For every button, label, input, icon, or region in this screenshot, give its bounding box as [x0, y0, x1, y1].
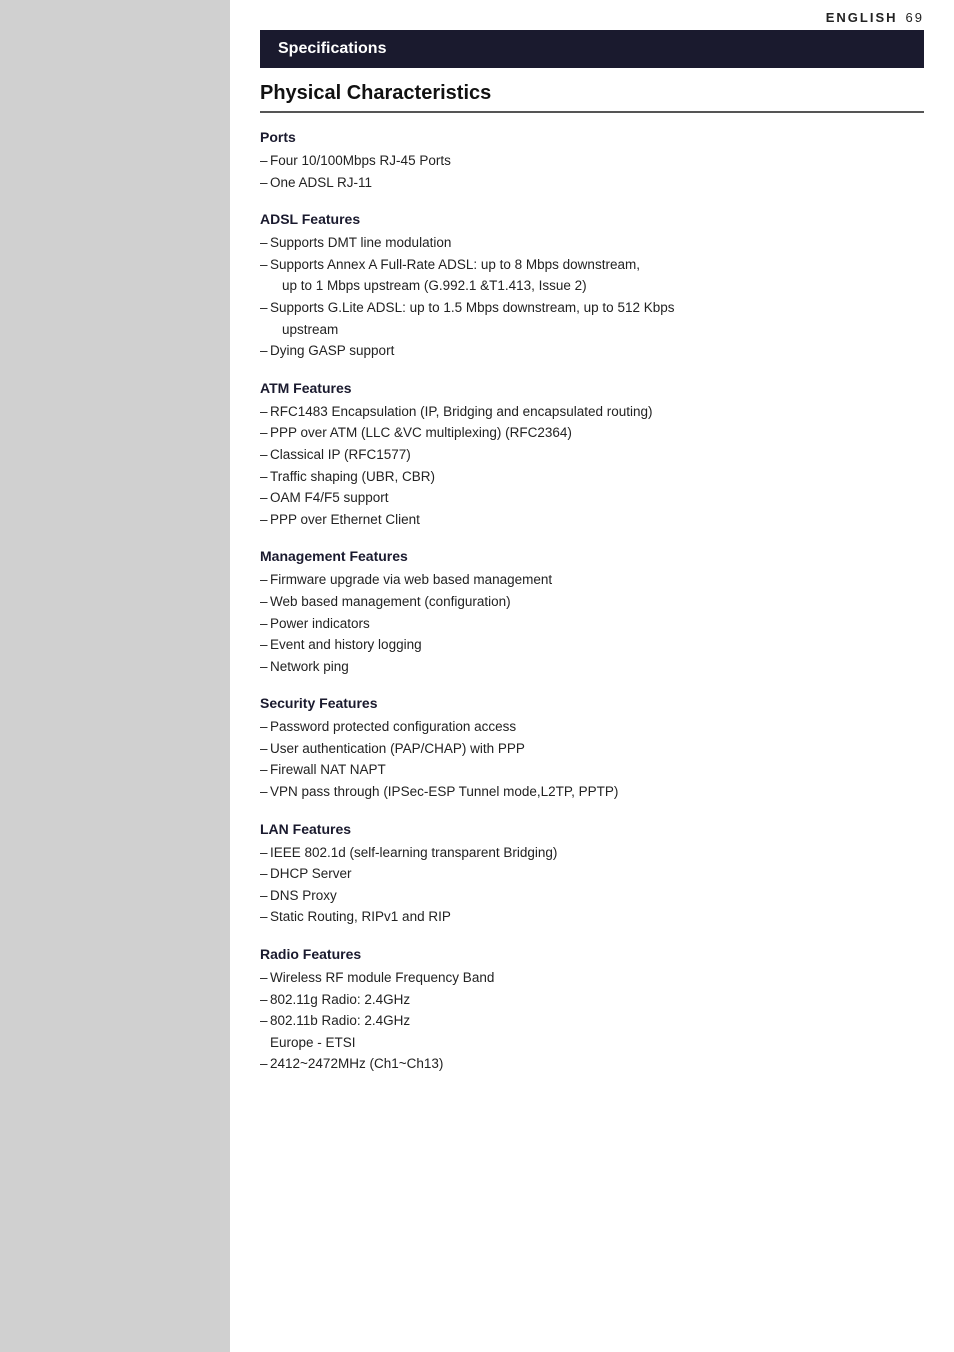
- atm-section: ATM Features RFC1483 Encapsulation (IP, …: [260, 380, 924, 531]
- lan-title: LAN Features: [260, 821, 924, 837]
- list-item: DNS Proxy: [260, 885, 924, 907]
- list-item: Traffic shaping (UBR, CBR): [260, 466, 924, 488]
- section-title: Physical Characteristics: [260, 82, 924, 113]
- list-item: One ADSL RJ-11: [260, 172, 924, 194]
- page-number: 69: [906, 10, 924, 25]
- page-header: ENGLISH 69: [260, 0, 924, 30]
- list-item: User authentication (PAP/CHAP) with PPP: [260, 738, 924, 760]
- list-item: Static Routing, RIPv1 and RIP: [260, 906, 924, 928]
- list-item: PPP over ATM (LLC &VC multiplexing) (RFC…: [260, 422, 924, 444]
- list-item: Europe - ETSI: [260, 1032, 924, 1054]
- management-section: Management Features Firmware upgrade via…: [260, 548, 924, 677]
- list-item: Password protected configuration access: [260, 716, 924, 738]
- list-item: 802.11g Radio: 2.4GHz: [260, 989, 924, 1011]
- lan-list: IEEE 802.1d (self-learning transparent B…: [260, 842, 924, 928]
- security-title: Security Features: [260, 695, 924, 711]
- main-content: ENGLISH 69 Specifications Physical Chara…: [230, 0, 954, 1352]
- list-item: Network ping: [260, 656, 924, 678]
- list-item: 802.11b Radio: 2.4GHz: [260, 1010, 924, 1032]
- list-item: RFC1483 Encapsulation (IP, Bridging and …: [260, 401, 924, 423]
- lan-section: LAN Features IEEE 802.1d (self-learning …: [260, 821, 924, 928]
- list-item: Dying GASP support: [260, 340, 924, 362]
- radio-title: Radio Features: [260, 946, 924, 962]
- list-item: upstream: [260, 319, 924, 341]
- list-item: OAM F4/F5 support: [260, 487, 924, 509]
- management-list: Firmware upgrade via web based managemen…: [260, 569, 924, 677]
- ports-title: Ports: [260, 129, 924, 145]
- radio-section: Radio Features Wireless RF module Freque…: [260, 946, 924, 1075]
- spec-header-bar: Specifications: [260, 30, 924, 68]
- list-item: Event and history logging: [260, 634, 924, 656]
- list-item: Classical IP (RFC1577): [260, 444, 924, 466]
- list-item: Supports G.Lite ADSL: up to 1.5 Mbps dow…: [260, 297, 924, 319]
- list-item: VPN pass through (IPSec-ESP Tunnel mode,…: [260, 781, 924, 803]
- security-list: Password protected configuration access …: [260, 716, 924, 802]
- atm-list: RFC1483 Encapsulation (IP, Bridging and …: [260, 401, 924, 531]
- list-item: IEEE 802.1d (self-learning transparent B…: [260, 842, 924, 864]
- adsl-list: Supports DMT line modulation Supports An…: [260, 232, 924, 362]
- list-item: up to 1 Mbps upstream (G.992.1 &T1.413, …: [260, 275, 924, 297]
- list-item: Wireless RF module Frequency Band: [260, 967, 924, 989]
- list-item: Power indicators: [260, 613, 924, 635]
- ports-list: Four 10/100Mbps RJ-45 Ports One ADSL RJ-…: [260, 150, 924, 193]
- left-sidebar: [0, 0, 230, 1352]
- list-item: Web based management (configuration): [260, 591, 924, 613]
- atm-title: ATM Features: [260, 380, 924, 396]
- list-item: DHCP Server: [260, 863, 924, 885]
- radio-list: Wireless RF module Frequency Band 802.11…: [260, 967, 924, 1075]
- list-item: Four 10/100Mbps RJ-45 Ports: [260, 150, 924, 172]
- list-item: Firmware upgrade via web based managemen…: [260, 569, 924, 591]
- management-title: Management Features: [260, 548, 924, 564]
- list-item: Supports DMT line modulation: [260, 232, 924, 254]
- list-item: 2412~2472MHz (Ch1~Ch13): [260, 1053, 924, 1075]
- adsl-title: ADSL Features: [260, 211, 924, 227]
- list-item: PPP over Ethernet Client: [260, 509, 924, 531]
- list-item: Supports Annex A Full-Rate ADSL: up to 8…: [260, 254, 924, 276]
- ports-section: Ports Four 10/100Mbps RJ-45 Ports One AD…: [260, 129, 924, 193]
- spec-title: Specifications: [278, 40, 386, 57]
- adsl-section: ADSL Features Supports DMT line modulati…: [260, 211, 924, 362]
- language-label: ENGLISH: [826, 10, 898, 25]
- security-section: Security Features Password protected con…: [260, 695, 924, 802]
- list-item: Firewall NAT NAPT: [260, 759, 924, 781]
